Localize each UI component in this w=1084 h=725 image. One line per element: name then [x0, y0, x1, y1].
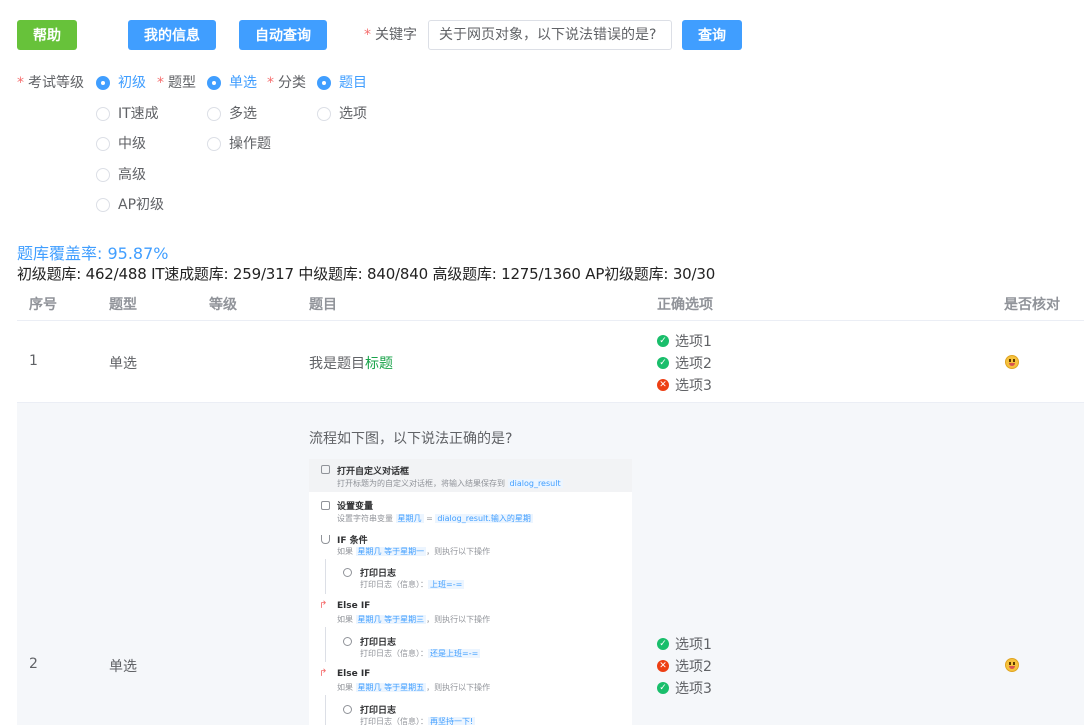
- row1-type: 单选: [109, 356, 137, 372]
- log-icon: [343, 705, 352, 714]
- check-icon: ✓: [657, 335, 669, 347]
- radio-category-question[interactable]: 题目: [317, 75, 367, 91]
- col-header-verified: 是否核对: [1004, 297, 1060, 313]
- branch-arrow-icon: ↱: [319, 600, 328, 611]
- col-header-type: 题型: [109, 297, 137, 313]
- log-icon: [343, 568, 352, 577]
- flow-diagram-image: 打开自定义对话框 打开标题为的自定义对话框，将输入结果保存到 dialog_re…: [309, 459, 632, 725]
- row2-type: 单选: [109, 659, 137, 675]
- row2-option-3: ✓ 选项3: [657, 678, 712, 698]
- cross-icon: ✕: [657, 379, 669, 391]
- radio-category-option[interactable]: 选项: [317, 106, 367, 122]
- col-header-answer: 正确选项: [657, 297, 713, 313]
- branch-arrow-icon: ↱: [319, 668, 328, 679]
- col-header-question: 题目: [309, 297, 337, 313]
- keyword-input[interactable]: 关于网页对象，以下说法错误的是?: [428, 20, 672, 50]
- row1-option-2: ✓ 选项2: [657, 353, 712, 373]
- keyword-label: * 关键字: [364, 27, 417, 43]
- flow-block-dialog: 打开自定义对话框 打开标题为的自定义对话框，将输入结果保存到 dialog_re…: [309, 459, 632, 492]
- check-icon: ✓: [657, 638, 669, 650]
- header-divider: [17, 320, 1084, 321]
- radio-level-intermediate[interactable]: 中级: [96, 136, 146, 152]
- smiley-icon: [1005, 355, 1019, 369]
- branch-icon: [321, 535, 330, 544]
- check-icon: ✓: [657, 357, 669, 369]
- flow-block-elseif-1: ↱ Else IF 如果 星期几 等于星期三 ，则执行以下操作: [319, 600, 491, 624]
- flow-block-log-1: 打印日志 打印日志（信息）： 上班=-=: [309, 563, 632, 593]
- flow-block-log-3: 打印日志 打印日志（信息）： 再坚持一下!: [309, 700, 632, 725]
- flow-block-log-2: 打印日志 打印日志（信息）： 还是上班=-=: [309, 632, 632, 662]
- radio-type-single[interactable]: 单选: [207, 75, 257, 91]
- radio-level-advanced[interactable]: 高级: [96, 167, 146, 183]
- col-header-index: 序号: [29, 297, 57, 313]
- help-button[interactable]: 帮助: [17, 20, 77, 50]
- dialog-icon: [321, 465, 330, 474]
- radio-level-it[interactable]: IT速成: [96, 106, 159, 122]
- row2-option-2: ✕ 选项2: [657, 656, 712, 676]
- radio-type-operation[interactable]: 操作题: [207, 136, 271, 152]
- category-label: * 分类: [267, 75, 306, 91]
- radio-type-multi[interactable]: 多选: [207, 106, 257, 122]
- auto-query-button[interactable]: 自动查询: [239, 20, 327, 50]
- cross-icon: ✕: [657, 660, 669, 672]
- bank-stats: 初级题库: 462/488 IT速成题库: 259/317 中级题库: 840/…: [17, 265, 716, 283]
- radio-level-primary[interactable]: 初级: [96, 75, 146, 91]
- my-info-button[interactable]: 我的信息: [128, 20, 216, 50]
- flow-block-if: IF 条件 如果 星期几 等于星期一 ，则执行以下操作: [309, 530, 632, 560]
- variable-icon: [321, 501, 330, 510]
- query-button[interactable]: 查询: [682, 20, 742, 50]
- coverage-rate: 题库覆盖率: 95.87%: [17, 244, 169, 263]
- row2-index: 2: [29, 656, 38, 672]
- row2-question: 流程如下图，以下说法正确的是?: [309, 431, 513, 447]
- row1-question: 我是题目标题: [309, 356, 393, 372]
- row1-option-3: ✕ 选项3: [657, 375, 712, 395]
- flow-block-set-var: 设置变量 设置字符串变量 星期几 = dialog_result.输入的星期: [309, 495, 632, 527]
- type-label: * 题型: [157, 75, 196, 91]
- log-icon: [343, 637, 352, 646]
- row1-option-1: ✓ 选项1: [657, 331, 712, 351]
- check-icon: ✓: [657, 682, 669, 694]
- row2-option-1: ✓ 选项1: [657, 634, 712, 654]
- level-label: * 考试等级: [17, 75, 84, 91]
- row1-index: 1: [29, 353, 38, 369]
- col-header-level: 等级: [209, 297, 237, 313]
- smiley-icon: [1005, 658, 1019, 672]
- flow-block-elseif-2: ↱ Else IF 如果 星期几 等于星期五 ，则执行以下操作: [319, 668, 491, 692]
- radio-level-ap[interactable]: AP初级: [96, 197, 164, 213]
